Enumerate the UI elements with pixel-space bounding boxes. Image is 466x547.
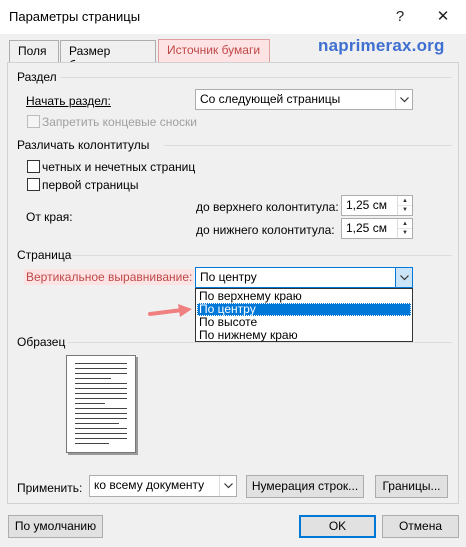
header-distance-spinner[interactable]: 1,25 см ▲ ▼ bbox=[341, 195, 413, 216]
set-default-button[interactable]: По умолчанию bbox=[8, 515, 103, 538]
preview-line bbox=[75, 413, 127, 414]
preview-line bbox=[75, 373, 127, 374]
vertical-align-label: Вертикальное выравнивание: bbox=[24, 269, 195, 285]
preview-line bbox=[75, 433, 127, 434]
preview-line bbox=[75, 383, 127, 384]
chevron-down-icon bbox=[219, 476, 236, 496]
first-page-label: первой страницы bbox=[42, 178, 139, 192]
tab-paper-source[interactable]: Источник бумаги bbox=[158, 39, 270, 64]
header-spinner-buttons: ▲ ▼ bbox=[397, 196, 412, 215]
page-divider bbox=[72, 255, 452, 256]
vertical-align-dropdown-list: По верхнему краю По центру По высоте По … bbox=[195, 288, 413, 342]
section-start-value: Со следующей страницы bbox=[200, 92, 341, 106]
preview-line bbox=[75, 408, 127, 409]
ok-button[interactable]: OK bbox=[299, 515, 376, 538]
vertical-align-value: По центру bbox=[200, 270, 257, 284]
preview-line bbox=[75, 428, 127, 429]
footer-spinner-buttons: ▲ ▼ bbox=[397, 219, 412, 238]
footer-distance-spinner[interactable]: 1,25 см ▲ ▼ bbox=[341, 218, 413, 239]
chevron-down-icon bbox=[395, 90, 412, 109]
suppress-endnotes-checkbox[interactable] bbox=[27, 115, 40, 128]
spin-up-icon[interactable]: ▲ bbox=[398, 196, 412, 205]
line-numbers-button[interactable]: Нумерация строк... bbox=[246, 475, 364, 498]
vertical-align-label-text: Вертикальное выравнивание: bbox=[24, 269, 195, 285]
from-edge-label: От края: bbox=[26, 210, 73, 224]
headers-footers-divider bbox=[164, 145, 452, 146]
suppress-endnotes-label: Запретить концевые сноски bbox=[42, 115, 198, 129]
footer-distance-label: до нижнего колонтитула: bbox=[196, 223, 335, 237]
section-start-select[interactable]: Со следующей страницы bbox=[195, 89, 413, 110]
preview-line bbox=[75, 403, 105, 404]
section-start-label: Начать раздел: bbox=[26, 94, 111, 108]
apply-label: Применить: bbox=[17, 481, 83, 495]
close-icon: ✕ bbox=[436, 8, 450, 25]
preview-line bbox=[75, 443, 109, 444]
close-button[interactable]: ✕ bbox=[432, 6, 454, 28]
apply-to-select[interactable]: ко всему документу bbox=[89, 475, 237, 497]
odd-even-checkbox[interactable] bbox=[27, 160, 40, 173]
headers-footers-group-label: Различать колонтитулы bbox=[17, 138, 150, 152]
footer-distance-value: 1,25 см bbox=[346, 221, 387, 235]
page-preview bbox=[66, 355, 136, 453]
header-distance-value: 1,25 см bbox=[346, 198, 387, 212]
header-distance-label: до верхнего колонтитула: bbox=[196, 200, 339, 214]
preview-line bbox=[75, 378, 111, 379]
preview-line bbox=[75, 418, 127, 419]
vertical-align-option-bottom[interactable]: По нижнему краю bbox=[197, 329, 411, 342]
cancel-button[interactable]: Отмена bbox=[382, 515, 459, 538]
preview-line bbox=[75, 393, 127, 394]
borders-button[interactable]: Границы... bbox=[375, 475, 448, 498]
page-group-label: Страница bbox=[17, 248, 72, 262]
preview-line bbox=[75, 363, 127, 364]
preview-divider bbox=[68, 342, 452, 343]
spin-down-icon[interactable]: ▼ bbox=[398, 205, 412, 214]
preview-line bbox=[75, 368, 127, 369]
preview-line bbox=[75, 398, 127, 399]
apply-to-value: ко всему документу bbox=[94, 478, 205, 492]
tab-paper-size[interactable]: Размер бумаги bbox=[60, 40, 156, 72]
pointer-arrow-icon bbox=[148, 304, 192, 317]
chevron-down-icon bbox=[395, 268, 412, 287]
tab-margins[interactable]: Поля bbox=[9, 40, 59, 62]
spin-down-icon[interactable]: ▼ bbox=[398, 228, 412, 237]
preview-line bbox=[75, 423, 119, 424]
vertical-align-select[interactable]: По центру bbox=[195, 267, 413, 288]
preview-line bbox=[75, 438, 127, 439]
odd-even-label: четных и нечетных страниц bbox=[42, 160, 196, 174]
window-title: Параметры страницы bbox=[9, 9, 141, 24]
first-page-checkbox[interactable] bbox=[27, 178, 40, 191]
section-divider bbox=[60, 77, 452, 78]
watermark-logo: naprimerax.org bbox=[318, 36, 445, 55]
spin-up-icon[interactable]: ▲ bbox=[398, 219, 412, 228]
preview-line bbox=[75, 388, 127, 389]
preview-group-label: Образец bbox=[17, 335, 66, 349]
help-button[interactable]: ? bbox=[389, 6, 411, 28]
section-group-label: Раздел bbox=[17, 70, 57, 84]
